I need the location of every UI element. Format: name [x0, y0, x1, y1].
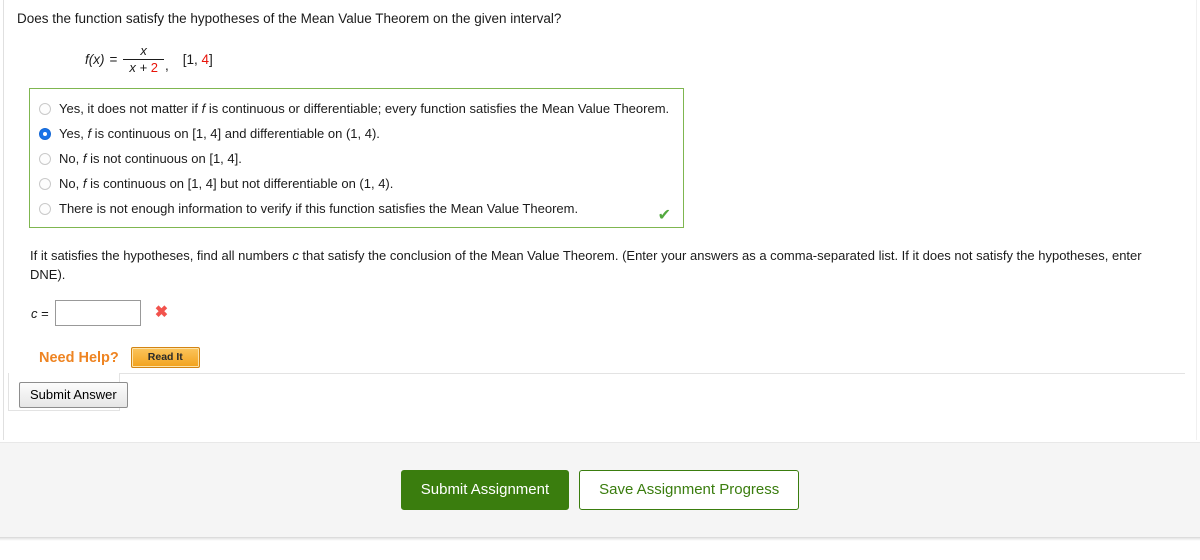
assignment-page: Does the function satisfy the hypotheses… — [0, 0, 1200, 560]
radio-icon-1[interactable] — [39, 103, 51, 116]
choice-label-4: No, f is continuous on [1, 4] but not di… — [59, 176, 394, 192]
submit-answer-button[interactable]: Submit Answer — [19, 382, 128, 408]
interval-open: [1, — [182, 51, 202, 67]
interval-highlight: 4 — [201, 51, 209, 67]
denominator-highlight: 2 — [150, 59, 158, 75]
radio-icon-5[interactable] — [39, 203, 51, 216]
answer-instruction: If it satisfies the hypotheses, find all… — [30, 248, 1142, 283]
choice-option-1[interactable]: Yes, it does not matter if f is continuo… — [30, 98, 683, 123]
footer-shadow — [0, 538, 1200, 541]
x-mark-icon: ✖ — [154, 304, 169, 322]
question-panel: Does the function satisfy the hypotheses… — [3, 0, 1197, 440]
choice-label-1: Yes, it does not matter if f is continuo… — [59, 101, 670, 117]
interval-close: ] — [209, 51, 213, 67]
check-mark-icon: ✔ — [657, 207, 671, 225]
formula-denominator: x + 2 — [123, 60, 164, 75]
radio-icon-2[interactable] — [39, 128, 51, 141]
radio-icon-3[interactable] — [39, 153, 51, 166]
answer-input[interactable] — [54, 300, 141, 327]
denominator-text: x + — [129, 59, 151, 75]
answer-label: c = — [31, 306, 49, 321]
formula-comma: , — [164, 58, 169, 74]
answer-equals: = — [41, 305, 49, 321]
read-it-button[interactable]: Read It — [130, 347, 200, 369]
question-prompt: Does the function satisfy the hypotheses… — [17, 11, 562, 26]
formula-fraction: x x + 2 — [123, 44, 164, 74]
submit-divider — [17, 373, 1185, 374]
need-help-label: Need Help? — [39, 349, 119, 366]
formula-fx: f(x) — [85, 51, 105, 67]
formula-numerator: x — [140, 43, 147, 58]
choice-option-5[interactable]: There is not enough information to verif… — [30, 198, 683, 223]
choice-label-2: Yes, f is continuous on [1, 4] and diffe… — [59, 126, 380, 142]
submit-assignment-button[interactable]: Submit Assignment — [400, 470, 570, 510]
answer-choices-box: Yes, it does not matter if f is continuo… — [29, 88, 684, 229]
choice-option-3[interactable]: No, f is not continuous on [1, 4]. — [30, 148, 683, 173]
radio-icon-4[interactable] — [39, 178, 51, 191]
assignment-footer-bar: Submit Assignment Save Assignment Progre… — [0, 442, 1200, 538]
function-formula: f(x) = x x + 2 , [1, 4] — [85, 44, 1182, 74]
answer-entry-row: c = ✖ — [31, 300, 1182, 327]
choice-option-4[interactable]: No, f is continuous on [1, 4] but not di… — [30, 173, 683, 198]
choice-option-2[interactable]: Yes, f is continuous on [1, 4] and diffe… — [30, 123, 683, 148]
save-assignment-progress-button[interactable]: Save Assignment Progress — [579, 470, 800, 510]
choice-label-3: No, f is not continuous on [1, 4]. — [59, 151, 242, 167]
formula-equals: = — [109, 51, 118, 67]
choice-label-5: There is not enough information to verif… — [59, 201, 579, 217]
need-help-row: Need Help? Read It — [39, 347, 1182, 369]
formula-interval: [1, 4] — [183, 52, 213, 67]
question-content: Does the function satisfy the hypotheses… — [4, 0, 1196, 369]
